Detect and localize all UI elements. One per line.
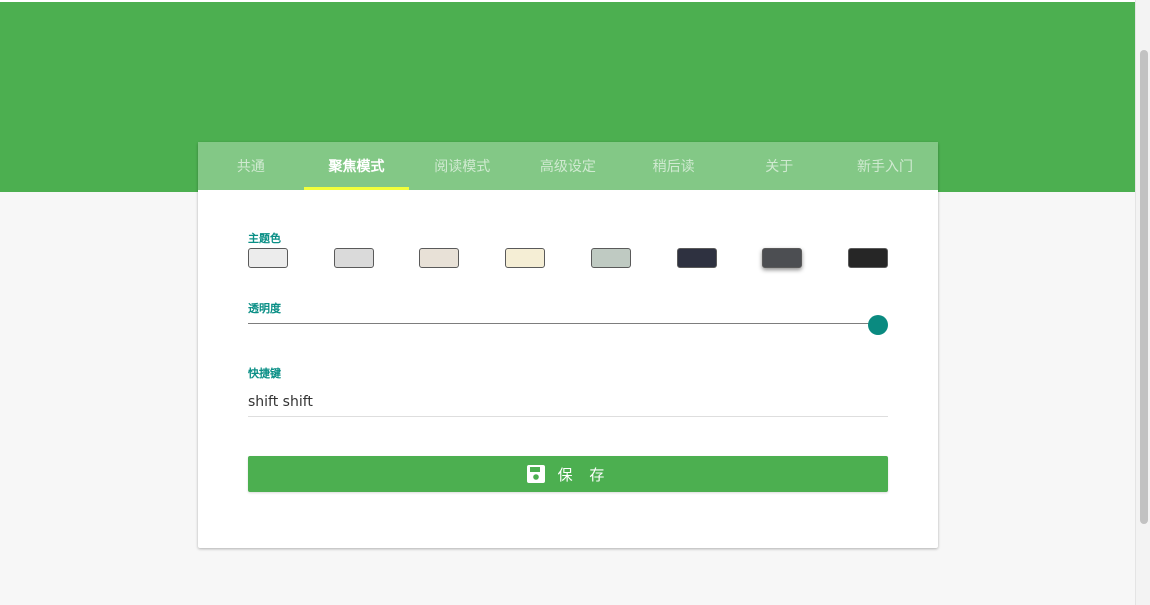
tab-4[interactable]: 稍后读: [621, 142, 727, 190]
scrollbar-thumb[interactable]: [1140, 50, 1148, 524]
settings-card: 共通聚焦模式阅读模式高级设定稍后读关于新手入门 主题色 透明度 快捷键 保 存: [198, 142, 938, 548]
theme-color-swatch[interactable]: [591, 248, 631, 268]
save-button-label: 保 存: [557, 465, 611, 484]
tab-0[interactable]: 共通: [198, 142, 304, 190]
tab-2[interactable]: 阅读模式: [409, 142, 515, 190]
opacity-slider[interactable]: [248, 314, 888, 335]
shortcut-input[interactable]: [248, 388, 888, 417]
tab-label: 阅读模式: [434, 159, 491, 175]
tab-3[interactable]: 高级设定: [515, 142, 621, 190]
theme-color-swatches: [248, 248, 888, 268]
save-button[interactable]: 保 存: [248, 456, 888, 492]
floppy-disk-icon: [526, 465, 545, 483]
theme-color-swatch[interactable]: [505, 248, 545, 268]
tab-5[interactable]: 关于: [726, 142, 832, 190]
tab-label: 聚焦模式: [328, 159, 385, 175]
page: 共通聚焦模式阅读模式高级设定稍后读关于新手入门 主题色 透明度 快捷键 保 存: [0, 0, 1150, 605]
tab-label: 关于: [765, 159, 794, 175]
theme-color-swatch[interactable]: [762, 248, 802, 268]
tab-active-indicator: [303, 187, 410, 190]
tab-label: 新手入门: [856, 159, 913, 175]
tab-label: 稍后读: [652, 159, 695, 175]
theme-color-swatch[interactable]: [334, 248, 374, 268]
theme-color-swatch[interactable]: [419, 248, 459, 268]
theme-color-label: 主题色: [248, 232, 281, 245]
shortcut-label: 快捷键: [248, 367, 281, 380]
tab-6[interactable]: 新手入门: [832, 142, 938, 190]
opacity-slider-thumb[interactable]: [868, 315, 888, 335]
opacity-slider-track[interactable]: [248, 323, 878, 324]
theme-color-swatch[interactable]: [248, 248, 288, 268]
scrollbar[interactable]: [1135, 0, 1150, 605]
tab-bar: 共通 聚焦模式 阅读模式 高级设定 稍后读 关于 新手入门: [198, 142, 938, 190]
tab-1[interactable]: 聚焦模式: [303, 142, 410, 190]
theme-color-swatch[interactable]: [848, 248, 888, 268]
theme-color-swatch[interactable]: [677, 248, 717, 268]
tab-label: 高级设定: [539, 159, 596, 175]
tab-label: 共通: [236, 159, 265, 175]
